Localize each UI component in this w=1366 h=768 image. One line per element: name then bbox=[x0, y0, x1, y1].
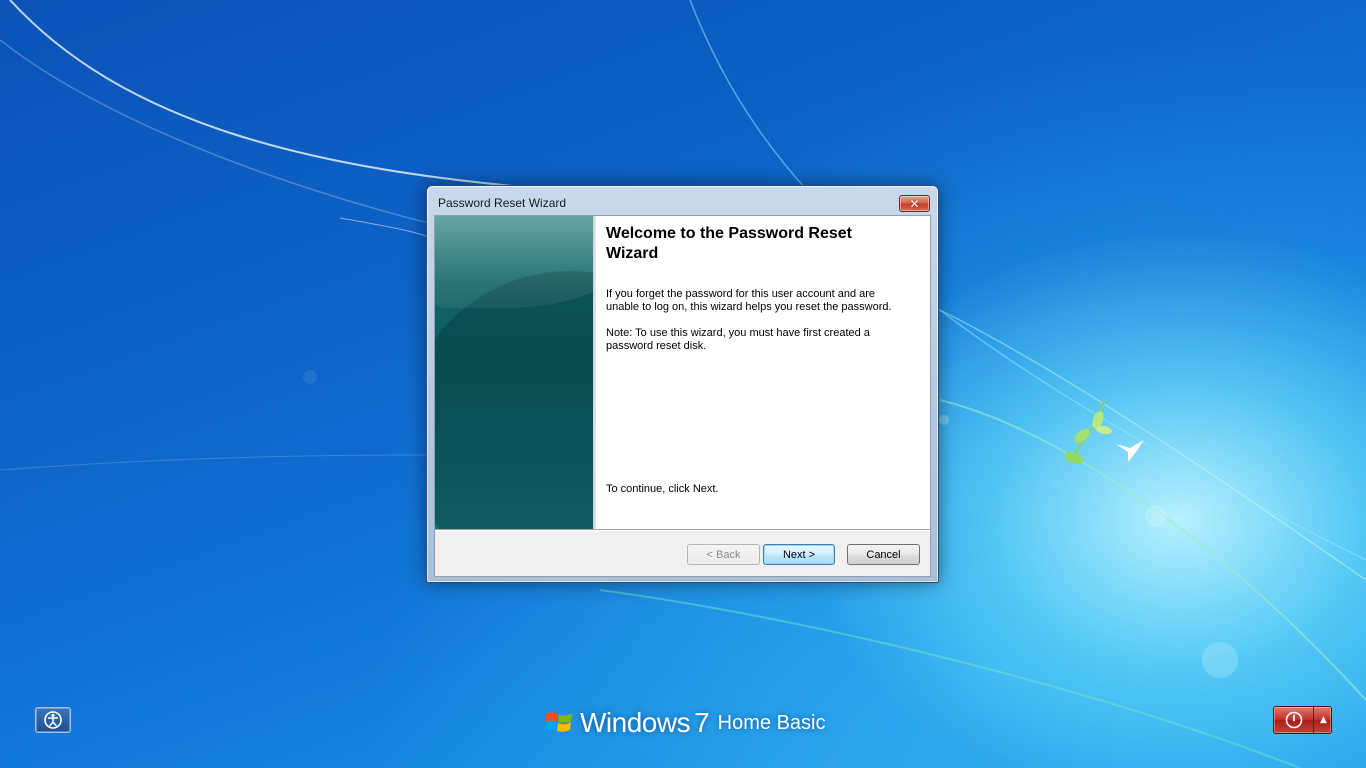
ease-of-access-icon bbox=[44, 711, 62, 729]
back-button[interactable]: < Back bbox=[687, 544, 760, 565]
dialog-titlebar[interactable]: Password Reset Wizard ✕ bbox=[427, 186, 938, 216]
brand-edition-text: Home Basic bbox=[717, 711, 826, 734]
wizard-side-banner bbox=[435, 216, 593, 529]
brand-version-text: 7 bbox=[694, 707, 710, 738]
ease-of-access-button[interactable] bbox=[35, 707, 71, 733]
next-button[interactable]: Next > bbox=[763, 544, 835, 565]
windows-branding: Windows 7 Home Basic bbox=[544, 703, 825, 743]
windows-flag-icon bbox=[544, 712, 572, 732]
wizard-content: Welcome to the Password Reset Wizard If … bbox=[596, 216, 930, 529]
cancel-button[interactable]: Cancel bbox=[847, 544, 920, 565]
button-separator bbox=[435, 529, 930, 531]
shutdown-button[interactable] bbox=[1274, 707, 1314, 733]
wizard-note: Note: To use this wizard, you must have … bbox=[606, 327, 870, 352]
power-icon bbox=[1285, 711, 1302, 729]
arrow-up-icon: ▲ bbox=[1320, 715, 1327, 725]
bird-icon bbox=[1064, 399, 1144, 464]
shutdown-options-button[interactable]: ▲ bbox=[1315, 707, 1332, 733]
shutdown-button-group: ▲ bbox=[1273, 706, 1332, 734]
close-button[interactable]: ✕ bbox=[899, 195, 930, 212]
password-reset-dialog: Password Reset Wizard ✕ Welcome to the P… bbox=[426, 185, 939, 583]
wizard-heading: Welcome to the Password Reset Wizard bbox=[606, 225, 852, 262]
wizard-continue-hint: To continue, click Next. bbox=[606, 483, 719, 495]
dialog-client-area: Welcome to the Password Reset Wizard If … bbox=[434, 215, 931, 577]
brand-windows-text: Windows bbox=[580, 707, 691, 738]
close-icon: ✕ bbox=[909, 196, 920, 211]
wizard-description: If you forget the password for this user… bbox=[606, 288, 892, 313]
dialog-title: Password Reset Wizard bbox=[438, 196, 567, 210]
